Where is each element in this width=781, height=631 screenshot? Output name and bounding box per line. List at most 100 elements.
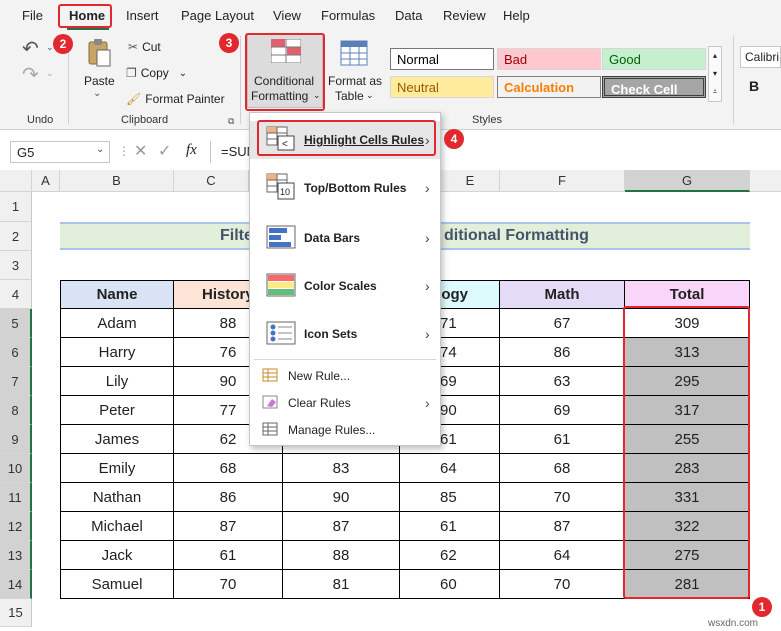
bold-button[interactable]: B bbox=[749, 78, 759, 94]
row-header-3[interactable]: 3 bbox=[0, 251, 32, 280]
menu-item-data-bars[interactable]: Data Bars › bbox=[250, 219, 440, 257]
tab-data[interactable]: Data bbox=[395, 8, 422, 23]
undo-icon[interactable]: ↶ bbox=[22, 36, 39, 61]
table-cell-name[interactable]: Adam bbox=[60, 309, 174, 338]
table-cell-history[interactable]: 68 bbox=[174, 454, 283, 483]
table-cell-geo[interactable]: 90 bbox=[283, 483, 400, 512]
redo-icon[interactable]: ↷ bbox=[22, 62, 39, 87]
chevron-down-icon[interactable]: ▾ bbox=[709, 65, 721, 83]
style-good[interactable]: Good bbox=[602, 48, 706, 70]
table-cell-name[interactable]: Nathan bbox=[60, 483, 174, 512]
styles-gallery-scroll[interactable]: ▴ ▾ ⩡ bbox=[708, 46, 722, 102]
header-cell-math[interactable]: Math bbox=[500, 280, 625, 309]
column-header-f[interactable]: F bbox=[500, 170, 625, 192]
table-cell-history[interactable]: 70 bbox=[174, 570, 283, 599]
table-cell-math[interactable]: 86 bbox=[500, 338, 625, 367]
row-header-10[interactable]: 10 bbox=[0, 454, 32, 483]
row-header-5[interactable]: 5 bbox=[0, 309, 32, 338]
style-normal[interactable]: Normal bbox=[390, 48, 494, 70]
font-name-box[interactable]: Calibri bbox=[740, 46, 781, 68]
row-header-8[interactable]: 8 bbox=[0, 396, 32, 425]
row-header-14[interactable]: 14 bbox=[0, 570, 32, 599]
row-header-6[interactable]: 6 bbox=[0, 338, 32, 367]
row-header-11[interactable]: 11 bbox=[0, 483, 32, 512]
table-cell-history[interactable]: 61 bbox=[174, 541, 283, 570]
header-cell-total[interactable]: Total bbox=[625, 280, 750, 309]
table-cell-geo[interactable]: 83 bbox=[283, 454, 400, 483]
row-header-4[interactable]: 4 bbox=[0, 280, 32, 309]
header-cell-name[interactable]: Name bbox=[60, 280, 174, 309]
table-cell-math[interactable]: 61 bbox=[500, 425, 625, 454]
tab-page-layout[interactable]: Page Layout bbox=[181, 8, 254, 23]
name-box[interactable]: G5 bbox=[10, 141, 110, 163]
menu-item-icon-sets[interactable]: Icon Sets › bbox=[250, 315, 440, 353]
column-header-g[interactable]: G bbox=[625, 170, 750, 192]
table-cell-bio[interactable]: 62 bbox=[400, 541, 500, 570]
table-cell-math[interactable]: 69 bbox=[500, 396, 625, 425]
column-header-b[interactable]: B bbox=[60, 170, 174, 192]
tab-view[interactable]: View bbox=[273, 8, 301, 23]
table-cell-bio[interactable]: 60 bbox=[400, 570, 500, 599]
table-cell-history[interactable]: 87 bbox=[174, 512, 283, 541]
menu-item-top-bottom-rules[interactable]: 10 Top/Bottom Rules › bbox=[250, 169, 440, 207]
table-cell-bio[interactable]: 64 bbox=[400, 454, 500, 483]
tab-file[interactable]: File bbox=[22, 8, 43, 23]
paste-icon[interactable] bbox=[86, 38, 112, 71]
table-cell-bio[interactable]: 85 bbox=[400, 483, 500, 512]
enter-icon[interactable]: ✓ bbox=[158, 141, 171, 161]
menu-item-clear-rules[interactable]: Clear Rules › bbox=[250, 390, 440, 416]
column-header-h[interactable] bbox=[750, 170, 781, 192]
table-cell-name[interactable]: Peter bbox=[60, 396, 174, 425]
chevron-up-icon[interactable]: ▴ bbox=[709, 47, 721, 65]
column-header-a[interactable]: A bbox=[32, 170, 60, 192]
tab-review[interactable]: Review bbox=[443, 8, 486, 23]
table-cell-math[interactable]: 70 bbox=[500, 483, 625, 512]
format-as-table-label-2[interactable]: Table bbox=[335, 89, 364, 103]
column-header-c[interactable]: C bbox=[174, 170, 249, 192]
row-header-15[interactable]: 15 bbox=[0, 599, 32, 627]
format-painter-button[interactable]: 🖌 Format Painter bbox=[126, 92, 225, 106]
table-cell-math[interactable]: 70 bbox=[500, 570, 625, 599]
row-header-13[interactable]: 13 bbox=[0, 541, 32, 570]
table-cell-geo[interactable]: 88 bbox=[283, 541, 400, 570]
insert-function-button[interactable]: fx bbox=[186, 142, 197, 159]
table-cell-name[interactable]: Jack bbox=[60, 541, 174, 570]
table-cell-geo[interactable]: 81 bbox=[283, 570, 400, 599]
table-cell-name[interactable]: Samuel bbox=[60, 570, 174, 599]
table-cell-name[interactable]: Emily bbox=[60, 454, 174, 483]
column-header-e[interactable]: E bbox=[441, 170, 500, 192]
table-cell-geo[interactable]: 87 bbox=[283, 512, 400, 541]
table-cell-bio[interactable]: 61 bbox=[400, 512, 500, 541]
style-check-cell[interactable]: Check Cell bbox=[602, 76, 706, 98]
format-as-table-label-1[interactable]: Format as bbox=[328, 74, 382, 88]
row-header-2[interactable]: 2 bbox=[0, 222, 32, 251]
chevron-down-icon[interactable]: ⌄ bbox=[93, 88, 101, 99]
menu-item-manage-rules[interactable]: Manage Rules... bbox=[250, 417, 440, 443]
cut-button[interactable]: ✂ Cut bbox=[128, 40, 161, 54]
table-cell-math[interactable]: 64 bbox=[500, 541, 625, 570]
tab-formulas[interactable]: Formulas bbox=[321, 8, 375, 23]
row-header-7[interactable]: 7 bbox=[0, 367, 32, 396]
menu-item-new-rule[interactable]: New Rule... bbox=[250, 363, 440, 389]
table-cell-name[interactable]: Lily bbox=[60, 367, 174, 396]
table-cell-history[interactable]: 86 bbox=[174, 483, 283, 512]
paste-button-label[interactable]: Paste bbox=[84, 74, 115, 88]
style-calculation[interactable]: Calculation bbox=[497, 76, 601, 98]
menu-item-color-scales[interactable]: Color Scales › bbox=[250, 267, 440, 305]
style-neutral[interactable]: Neutral bbox=[390, 76, 494, 98]
table-cell-math[interactable]: 87 bbox=[500, 512, 625, 541]
select-all-corner[interactable] bbox=[0, 170, 32, 192]
dialog-launcher-icon[interactable]: ⧉ bbox=[228, 116, 234, 127]
row-header-12[interactable]: 12 bbox=[0, 512, 32, 541]
format-as-table-icon[interactable] bbox=[340, 40, 368, 69]
table-cell-math[interactable]: 68 bbox=[500, 454, 625, 483]
table-cell-math[interactable]: 63 bbox=[500, 367, 625, 396]
chevron-down-icon[interactable]: ⌄ bbox=[96, 144, 104, 155]
copy-button[interactable]: ❐ Copy ⌄ bbox=[126, 66, 187, 80]
table-cell-name[interactable]: Michael bbox=[60, 512, 174, 541]
row-header-1[interactable]: 1 bbox=[0, 192, 32, 222]
row-header-9[interactable]: 9 bbox=[0, 425, 32, 454]
table-cell-name[interactable]: Harry bbox=[60, 338, 174, 367]
tab-help[interactable]: Help bbox=[503, 8, 530, 23]
cancel-icon[interactable]: ✕ bbox=[134, 141, 147, 161]
